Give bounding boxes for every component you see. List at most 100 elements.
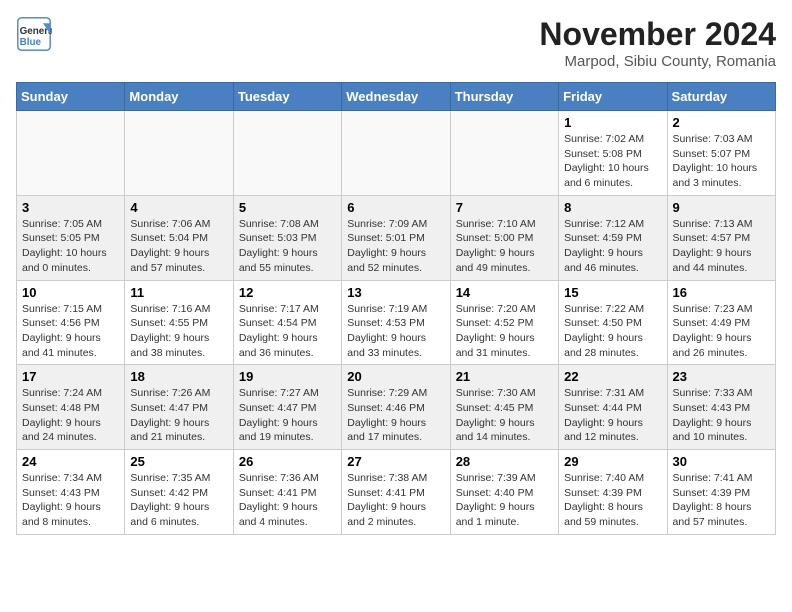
- day-info: Sunrise: 7:06 AM Sunset: 5:04 PM Dayligh…: [130, 217, 227, 276]
- weekday-header-cell: Friday: [559, 83, 667, 111]
- calendar-day-cell: 10 Sunrise: 7:15 AM Sunset: 4:56 PM Dayli…: [17, 280, 125, 365]
- calendar-day-cell: 6 Sunrise: 7:09 AM Sunset: 5:01 PM Daylig…: [342, 195, 450, 280]
- day-number: 13: [347, 285, 444, 300]
- day-number: 20: [347, 369, 444, 384]
- calendar-day-cell: 15 Sunrise: 7:22 AM Sunset: 4:50 PM Dayli…: [559, 280, 667, 365]
- day-info: Sunrise: 7:03 AM Sunset: 5:07 PM Dayligh…: [673, 132, 770, 191]
- day-number: 26: [239, 454, 336, 469]
- day-number: 17: [22, 369, 119, 384]
- day-info: Sunrise: 7:09 AM Sunset: 5:01 PM Dayligh…: [347, 217, 444, 276]
- day-info: Sunrise: 7:33 AM Sunset: 4:43 PM Dayligh…: [673, 386, 770, 445]
- calendar-week-row: 3 Sunrise: 7:05 AM Sunset: 5:05 PM Daylig…: [17, 195, 776, 280]
- calendar-day-cell: 30Sunrise: 7:41 AM Sunset: 4:39 PM Dayli…: [667, 450, 775, 535]
- weekday-header-cell: Thursday: [450, 83, 558, 111]
- day-number: 22: [564, 369, 661, 384]
- calendar-day-cell: 4 Sunrise: 7:06 AM Sunset: 5:04 PM Daylig…: [125, 195, 233, 280]
- day-info: Sunrise: 7:39 AM Sunset: 4:40 PM Dayligh…: [456, 471, 553, 530]
- day-info: Sunrise: 7:12 AM Sunset: 4:59 PM Dayligh…: [564, 217, 661, 276]
- logo: General Blue: [16, 16, 52, 52]
- weekday-header-cell: Tuesday: [233, 83, 341, 111]
- day-number: 28: [456, 454, 553, 469]
- day-info: Sunrise: 7:08 AM Sunset: 5:03 PM Dayligh…: [239, 217, 336, 276]
- day-info: Sunrise: 7:10 AM Sunset: 5:00 PM Dayligh…: [456, 217, 553, 276]
- calendar-day-cell: 22Sunrise: 7:31 AM Sunset: 4:44 PM Dayli…: [559, 365, 667, 450]
- weekday-header-row: SundayMondayTuesdayWednesdayThursdayFrid…: [17, 83, 776, 111]
- calendar-table: SundayMondayTuesdayWednesdayThursdayFrid…: [16, 82, 776, 535]
- day-number: 21: [456, 369, 553, 384]
- calendar-day-cell: 25 Sunrise: 7:35 AM Sunset: 4:42 PM Dayli…: [125, 450, 233, 535]
- calendar-day-cell: 18Sunrise: 7:26 AM Sunset: 4:47 PM Dayli…: [125, 365, 233, 450]
- calendar-week-row: 17 Sunrise: 7:24 AM Sunset: 4:48 PM Dayli…: [17, 365, 776, 450]
- calendar-body: 1Sunrise: 7:02 AM Sunset: 5:08 PM Daylig…: [17, 111, 776, 535]
- day-number: 16: [673, 285, 770, 300]
- day-number: 25: [130, 454, 227, 469]
- day-number: 2: [673, 115, 770, 130]
- day-number: 15: [564, 285, 661, 300]
- calendar-day-cell: 14 Sunrise: 7:20 AM Sunset: 4:52 PM Dayli…: [450, 280, 558, 365]
- day-number: 24: [22, 454, 119, 469]
- day-info: Sunrise: 7:24 AM Sunset: 4:48 PM Dayligh…: [22, 386, 119, 445]
- day-number: 12: [239, 285, 336, 300]
- day-info: Sunrise: 7:23 AM Sunset: 4:49 PM Dayligh…: [673, 302, 770, 361]
- day-info: Sunrise: 7:22 AM Sunset: 4:50 PM Dayligh…: [564, 302, 661, 361]
- calendar-day-cell: [17, 111, 125, 196]
- day-number: 10: [22, 285, 119, 300]
- calendar-day-cell: 23 Sunrise: 7:33 AM Sunset: 4:43 PM Dayli…: [667, 365, 775, 450]
- day-info: Sunrise: 7:34 AM Sunset: 4:43 PM Dayligh…: [22, 471, 119, 530]
- month-title: November 2024: [539, 16, 776, 53]
- day-info: Sunrise: 7:29 AM Sunset: 4:46 PM Dayligh…: [347, 386, 444, 445]
- day-info: Sunrise: 7:36 AM Sunset: 4:41 PM Dayligh…: [239, 471, 336, 530]
- calendar-day-cell: 1Sunrise: 7:02 AM Sunset: 5:08 PM Daylig…: [559, 111, 667, 196]
- calendar-day-cell: [125, 111, 233, 196]
- weekday-header-cell: Monday: [125, 83, 233, 111]
- weekday-header-cell: Wednesday: [342, 83, 450, 111]
- calendar-day-cell: 11 Sunrise: 7:16 AM Sunset: 4:55 PM Dayli…: [125, 280, 233, 365]
- calendar-week-row: 24 Sunrise: 7:34 AM Sunset: 4:43 PM Dayli…: [17, 450, 776, 535]
- calendar-day-cell: 3 Sunrise: 7:05 AM Sunset: 5:05 PM Daylig…: [17, 195, 125, 280]
- day-info: Sunrise: 7:15 AM Sunset: 4:56 PM Dayligh…: [22, 302, 119, 361]
- day-number: 7: [456, 200, 553, 215]
- day-number: 3: [22, 200, 119, 215]
- calendar-day-cell: 27 Sunrise: 7:38 AM Sunset: 4:41 PM Dayli…: [342, 450, 450, 535]
- calendar-day-cell: 13 Sunrise: 7:19 AM Sunset: 4:53 PM Dayli…: [342, 280, 450, 365]
- day-info: Sunrise: 7:19 AM Sunset: 4:53 PM Dayligh…: [347, 302, 444, 361]
- day-number: 23: [673, 369, 770, 384]
- page-header: General Blue November 2024 Marpod, Sibiu…: [16, 16, 776, 70]
- calendar-day-cell: 16 Sunrise: 7:23 AM Sunset: 4:49 PM Dayli…: [667, 280, 775, 365]
- day-number: 30: [673, 454, 770, 469]
- calendar-week-row: 1Sunrise: 7:02 AM Sunset: 5:08 PM Daylig…: [17, 111, 776, 196]
- calendar-day-cell: 20 Sunrise: 7:29 AM Sunset: 4:46 PM Dayli…: [342, 365, 450, 450]
- weekday-header-cell: Sunday: [17, 83, 125, 111]
- day-number: 4: [130, 200, 227, 215]
- day-info: Sunrise: 7:38 AM Sunset: 4:41 PM Dayligh…: [347, 471, 444, 530]
- day-number: 11: [130, 285, 227, 300]
- calendar-day-cell: 7 Sunrise: 7:10 AM Sunset: 5:00 PM Daylig…: [450, 195, 558, 280]
- day-number: 6: [347, 200, 444, 215]
- day-number: 1: [564, 115, 661, 130]
- calendar-day-cell: 2 Sunrise: 7:03 AM Sunset: 5:07 PM Daylig…: [667, 111, 775, 196]
- day-info: Sunrise: 7:30 AM Sunset: 4:45 PM Dayligh…: [456, 386, 553, 445]
- calendar-day-cell: 21 Sunrise: 7:30 AM Sunset: 4:45 PM Dayli…: [450, 365, 558, 450]
- day-number: 5: [239, 200, 336, 215]
- calendar-day-cell: 24 Sunrise: 7:34 AM Sunset: 4:43 PM Dayli…: [17, 450, 125, 535]
- title-block: November 2024 Marpod, Sibiu County, Roma…: [539, 16, 776, 70]
- calendar-day-cell: 17 Sunrise: 7:24 AM Sunset: 4:48 PM Dayli…: [17, 365, 125, 450]
- day-number: 27: [347, 454, 444, 469]
- day-info: Sunrise: 7:35 AM Sunset: 4:42 PM Dayligh…: [130, 471, 227, 530]
- day-info: Sunrise: 7:20 AM Sunset: 4:52 PM Dayligh…: [456, 302, 553, 361]
- svg-text:Blue: Blue: [20, 37, 42, 48]
- day-number: 14: [456, 285, 553, 300]
- day-info: Sunrise: 7:16 AM Sunset: 4:55 PM Dayligh…: [130, 302, 227, 361]
- calendar-day-cell: 9 Sunrise: 7:13 AM Sunset: 4:57 PM Daylig…: [667, 195, 775, 280]
- calendar-day-cell: [342, 111, 450, 196]
- calendar-day-cell: 5 Sunrise: 7:08 AM Sunset: 5:03 PM Daylig…: [233, 195, 341, 280]
- day-number: 9: [673, 200, 770, 215]
- day-info: Sunrise: 7:17 AM Sunset: 4:54 PM Dayligh…: [239, 302, 336, 361]
- logo-icon: General Blue: [16, 16, 52, 52]
- day-info: Sunrise: 7:13 AM Sunset: 4:57 PM Dayligh…: [673, 217, 770, 276]
- calendar-day-cell: 19Sunrise: 7:27 AM Sunset: 4:47 PM Dayli…: [233, 365, 341, 450]
- calendar-day-cell: [233, 111, 341, 196]
- calendar-day-cell: 8Sunrise: 7:12 AM Sunset: 4:59 PM Daylig…: [559, 195, 667, 280]
- day-info: Sunrise: 7:05 AM Sunset: 5:05 PM Dayligh…: [22, 217, 119, 276]
- calendar-week-row: 10 Sunrise: 7:15 AM Sunset: 4:56 PM Dayli…: [17, 280, 776, 365]
